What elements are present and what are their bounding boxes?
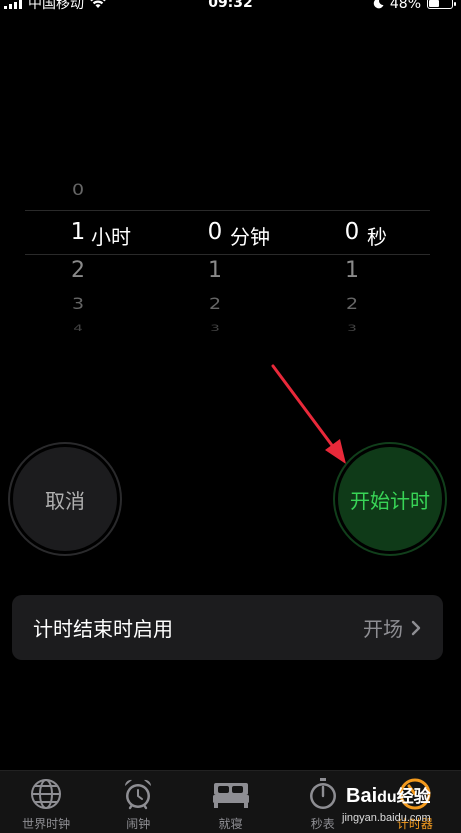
tab-alarm-label: 闹钟 — [126, 817, 151, 831]
alarm-clock-icon — [125, 779, 152, 810]
tab-bedtime-label: 就寝 — [218, 817, 243, 831]
minutes-wheel[interactable]: 0 分钟 1 2 3 — [185, 170, 305, 350]
minutes-unit-label: 分钟 — [230, 225, 270, 249]
stopwatch-icon — [309, 778, 336, 809]
moon-icon — [373, 0, 384, 9]
watermark-site: jingyan.baidu.com — [342, 812, 431, 824]
globe-icon — [31, 779, 62, 809]
bed-icon — [212, 783, 249, 808]
minutes-value-below-2: 2 — [208, 294, 222, 314]
cancel-button-label: 取消 — [45, 488, 85, 513]
cancel-button[interactable]: 取消 — [13, 447, 117, 551]
minutes-value-below-3: 3 — [210, 322, 220, 334]
minutes-value-below-1: 1 — [208, 258, 222, 283]
chevron-right-icon — [411, 620, 421, 635]
hours-value-below-1: 2 — [71, 258, 85, 283]
timer-duration-picker[interactable]: 0 1 小时 2 3 4 0 分钟 1 2 3 0 秒 1 2 3 — [0, 170, 461, 350]
annotation-arrow-icon — [271, 364, 346, 464]
when-timer-ends-row[interactable]: 计时结束时启用 开场 — [12, 595, 443, 660]
status-bar: 中国移动 09:32 48% — [0, 0, 461, 14]
seconds-value-below-2: 2 — [345, 294, 359, 314]
seconds-value-below-3: 3 — [347, 322, 357, 334]
start-timer-button-label: 开始计时 — [350, 488, 430, 513]
watermark-logo: Baidu经验 — [346, 785, 431, 807]
tab-alarm[interactable]: 闹钟 — [92, 771, 184, 833]
when-timer-ends-label: 计时结束时启用 — [33, 617, 173, 641]
tab-stopwatch-label: 秒表 — [310, 817, 335, 831]
hours-value-above: 0 — [71, 180, 85, 200]
tab-bedtime[interactable]: 就寝 — [184, 771, 276, 833]
ringtone-value: 开场 — [363, 617, 403, 641]
hours-wheel[interactable]: 0 1 小时 2 3 4 — [48, 170, 168, 350]
battery-percent: 48% — [389, 0, 421, 12]
tab-world-clock[interactable]: 世界时钟 — [0, 771, 92, 833]
seconds-wheel[interactable]: 0 秒 1 2 3 — [322, 170, 442, 350]
seconds-unit-label: 秒 — [367, 225, 387, 249]
hours-value-below-2: 3 — [71, 294, 85, 314]
hours-unit-label: 小时 — [91, 225, 131, 249]
start-timer-button[interactable]: 开始计时 — [338, 447, 442, 551]
baidu-jingyan-watermark: Baidu经验 jingyan.baidu.com — [340, 776, 461, 832]
hours-value-below-3: 4 — [73, 322, 83, 334]
tab-world-clock-label: 世界时钟 — [22, 817, 71, 831]
battery-icon — [427, 0, 456, 9]
seconds-value-below-1: 1 — [345, 258, 359, 283]
